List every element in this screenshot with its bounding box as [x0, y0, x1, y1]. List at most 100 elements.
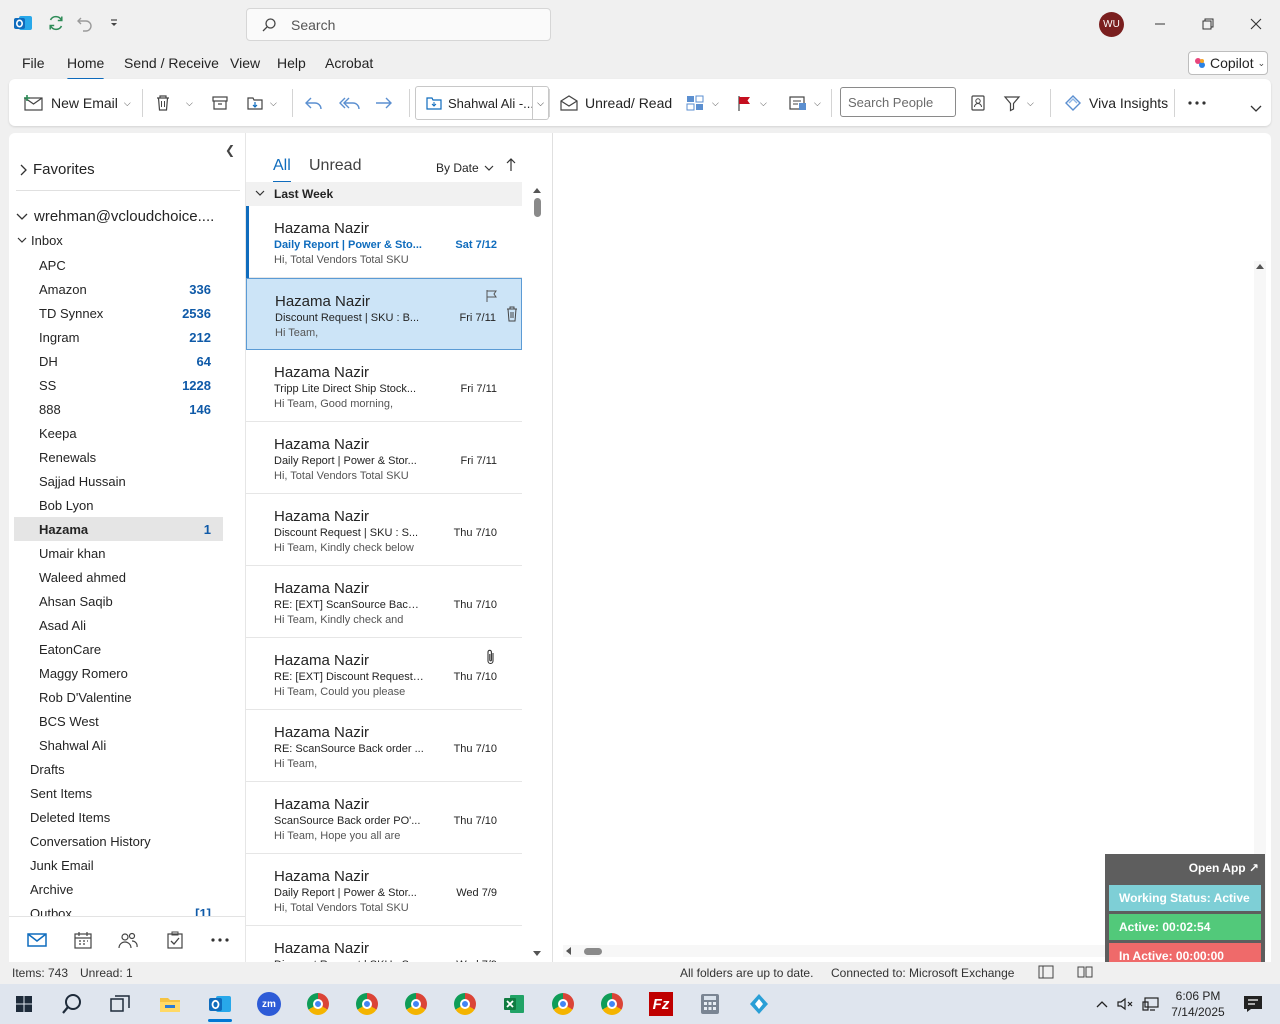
folder-umair-khan[interactable]: Umair khan	[14, 541, 223, 565]
scroll-thumb[interactable]	[584, 948, 602, 955]
delete-icon[interactable]	[505, 306, 519, 325]
account-header[interactable]: wrehman@vcloudchoice....	[16, 208, 241, 225]
zoom-icon[interactable]: zm	[253, 989, 285, 1019]
tab-file[interactable]: File	[22, 55, 45, 71]
folder-sajjad-hussain[interactable]: Sajjad Hussain	[14, 469, 223, 493]
tray-overflow-icon[interactable]	[1092, 989, 1112, 1019]
filezilla-icon[interactable]: Fz	[645, 989, 677, 1019]
folder-dh[interactable]: DH 64	[14, 349, 223, 373]
folder-apc[interactable]: APC	[14, 253, 223, 277]
tab-help[interactable]: Help	[277, 55, 306, 71]
folder-ss[interactable]: SS 1228	[14, 373, 223, 397]
folder-amazon[interactable]: Amazon 336	[14, 277, 223, 301]
folder-conversation-history[interactable]: Conversation History	[14, 829, 223, 853]
tab-view[interactable]: View	[230, 55, 260, 71]
follow-up-button[interactable]: ⌵	[736, 91, 767, 115]
move-button[interactable]: ⌵	[246, 91, 277, 115]
excel-icon[interactable]	[498, 989, 530, 1019]
folder-asad-ali[interactable]: Asad Ali	[14, 613, 223, 637]
mail-icon[interactable]	[26, 930, 48, 950]
filter-email-button[interactable]: ⌵	[1003, 91, 1034, 115]
taskbar-outlook-icon[interactable]	[204, 989, 236, 1022]
people-icon[interactable]	[117, 930, 139, 950]
task-view-icon[interactable]	[104, 989, 136, 1019]
folder-inbox[interactable]: Inbox	[17, 233, 63, 248]
normal-view-icon[interactable]	[1038, 965, 1054, 982]
message-row[interactable]: Hazama Nazir Tripp Lite Direct Ship Stock…	[246, 350, 522, 422]
folder-archive[interactable]: Archive	[14, 877, 223, 901]
network-icon[interactable]	[1140, 989, 1162, 1019]
chrome-profile-2-icon[interactable]	[351, 989, 383, 1019]
folder-hazama[interactable]: Hazama 1	[14, 517, 223, 541]
forward-icon[interactable]	[374, 91, 394, 115]
folder-deleted-items[interactable]: Deleted Items	[14, 805, 223, 829]
restore-icon[interactable]	[1196, 12, 1220, 36]
new-email-button[interactable]: New Email ⌵	[23, 91, 131, 115]
folder-shahwal-ali[interactable]: Shahwal Ali	[14, 733, 223, 757]
more-modules-icon[interactable]	[209, 930, 231, 950]
message-row[interactable]: Hazama NazirDiscount Request | SKU : S..…	[246, 494, 522, 566]
undo-icon[interactable]	[74, 12, 96, 34]
folder-drafts[interactable]: Drafts	[14, 757, 223, 781]
avatar[interactable]: WU	[1099, 12, 1124, 37]
quick-access-dropdown-icon[interactable]	[103, 12, 125, 34]
chrome-profile-5-icon[interactable]	[547, 989, 579, 1019]
file-explorer-icon[interactable]	[154, 989, 186, 1019]
folder-rob-d-valentine[interactable]: Rob D'Valentine	[14, 685, 223, 709]
folder-sent-items[interactable]: Sent Items	[14, 781, 223, 805]
minimize-icon[interactable]	[1148, 12, 1172, 36]
folder-ahsan-saqib[interactable]: Ahsan Saqib	[14, 589, 223, 613]
reading-view-icon[interactable]	[1077, 965, 1093, 982]
chevron-down-icon[interactable]: ⌵	[186, 98, 193, 109]
sync-icon[interactable]	[45, 12, 67, 34]
message-row[interactable]: Hazama Nazir Daily Report | Power & Stor.…	[246, 422, 522, 494]
folder-waleed-ahmed[interactable]: Waleed ahmed	[14, 565, 223, 589]
delete-button[interactable]: ⌵	[154, 91, 193, 115]
chrome-profile-3-icon[interactable]	[400, 989, 432, 1019]
open-app-link[interactable]: Open App ↗	[1189, 861, 1259, 875]
chevron-down-icon[interactable]: ⌵	[532, 87, 548, 119]
message-row[interactable]: Hazama NazirDiscount Request | SKU : S..…	[246, 926, 522, 962]
viva-insights-button[interactable]: Viva Insights	[1063, 91, 1168, 115]
taskbar-search-icon[interactable]	[56, 989, 88, 1019]
folder-bob-lyon[interactable]: Bob Lyon	[14, 493, 223, 517]
rules-button[interactable]: ⌵	[788, 91, 821, 115]
folder-ingram[interactable]: Ingram 212	[14, 325, 223, 349]
scroll-thumb[interactable]	[534, 198, 541, 217]
notifications-icon[interactable]	[1237, 989, 1269, 1019]
filter-tab-unread[interactable]: Unread	[309, 157, 361, 175]
archive-button[interactable]	[211, 91, 229, 115]
address-book-icon[interactable]	[969, 91, 987, 115]
folder-eatoncare[interactable]: EatonCare	[14, 637, 223, 661]
collapse-pane-icon[interactable]: ❮	[225, 143, 235, 157]
search-people-input[interactable]: Search People	[840, 87, 956, 117]
calendar-icon[interactable]	[72, 930, 94, 950]
message-row[interactable]: Hazama Nazir ScanSource Back order PO'...…	[246, 782, 522, 854]
quick-steps-dropdown[interactable]: Shahwal Ali -... ⌵	[415, 86, 549, 120]
ribbon-collapse-icon[interactable]	[1250, 97, 1262, 121]
taskbar-clock[interactable]: 6:06 PM 7/14/2025	[1167, 988, 1229, 1020]
search-input[interactable]: Search	[246, 8, 551, 41]
reply-all-icon[interactable]	[339, 91, 361, 115]
tracker-app-icon[interactable]	[743, 989, 775, 1019]
folder-888[interactable]: 888 146	[14, 397, 223, 421]
message-row[interactable]: Hazama Nazir Daily Report | Power & Stor.…	[246, 854, 522, 926]
close-icon[interactable]	[1244, 12, 1268, 36]
sort-direction-icon[interactable]	[506, 158, 516, 177]
favorites-header[interactable]: Favorites	[19, 161, 95, 178]
folder-bcs-west[interactable]: BCS West	[14, 709, 223, 733]
folder-renewals[interactable]: Renewals	[14, 445, 223, 469]
calculator-icon[interactable]	[694, 989, 726, 1019]
sort-dropdown[interactable]: By Date	[436, 161, 494, 175]
message-row[interactable]: Hazama Nazir RE: [EXT] ScanSource Back ..…	[246, 566, 522, 638]
windows-start-icon[interactable]	[8, 989, 40, 1019]
volume-muted-icon[interactable]	[1115, 989, 1135, 1019]
chrome-profile-6-icon[interactable]	[596, 989, 628, 1019]
chrome-icon[interactable]	[302, 989, 334, 1019]
folder-maggy-romero[interactable]: Maggy Romero	[14, 661, 223, 685]
group-header[interactable]: Last Week	[246, 182, 522, 206]
categorize-button[interactable]: ⌵	[686, 91, 719, 115]
tab-send-receive[interactable]: Send / Receive	[124, 55, 219, 71]
reading-pane-vscrollbar[interactable]	[1254, 261, 1266, 951]
folder-junk-email[interactable]: Junk Email	[14, 853, 223, 877]
